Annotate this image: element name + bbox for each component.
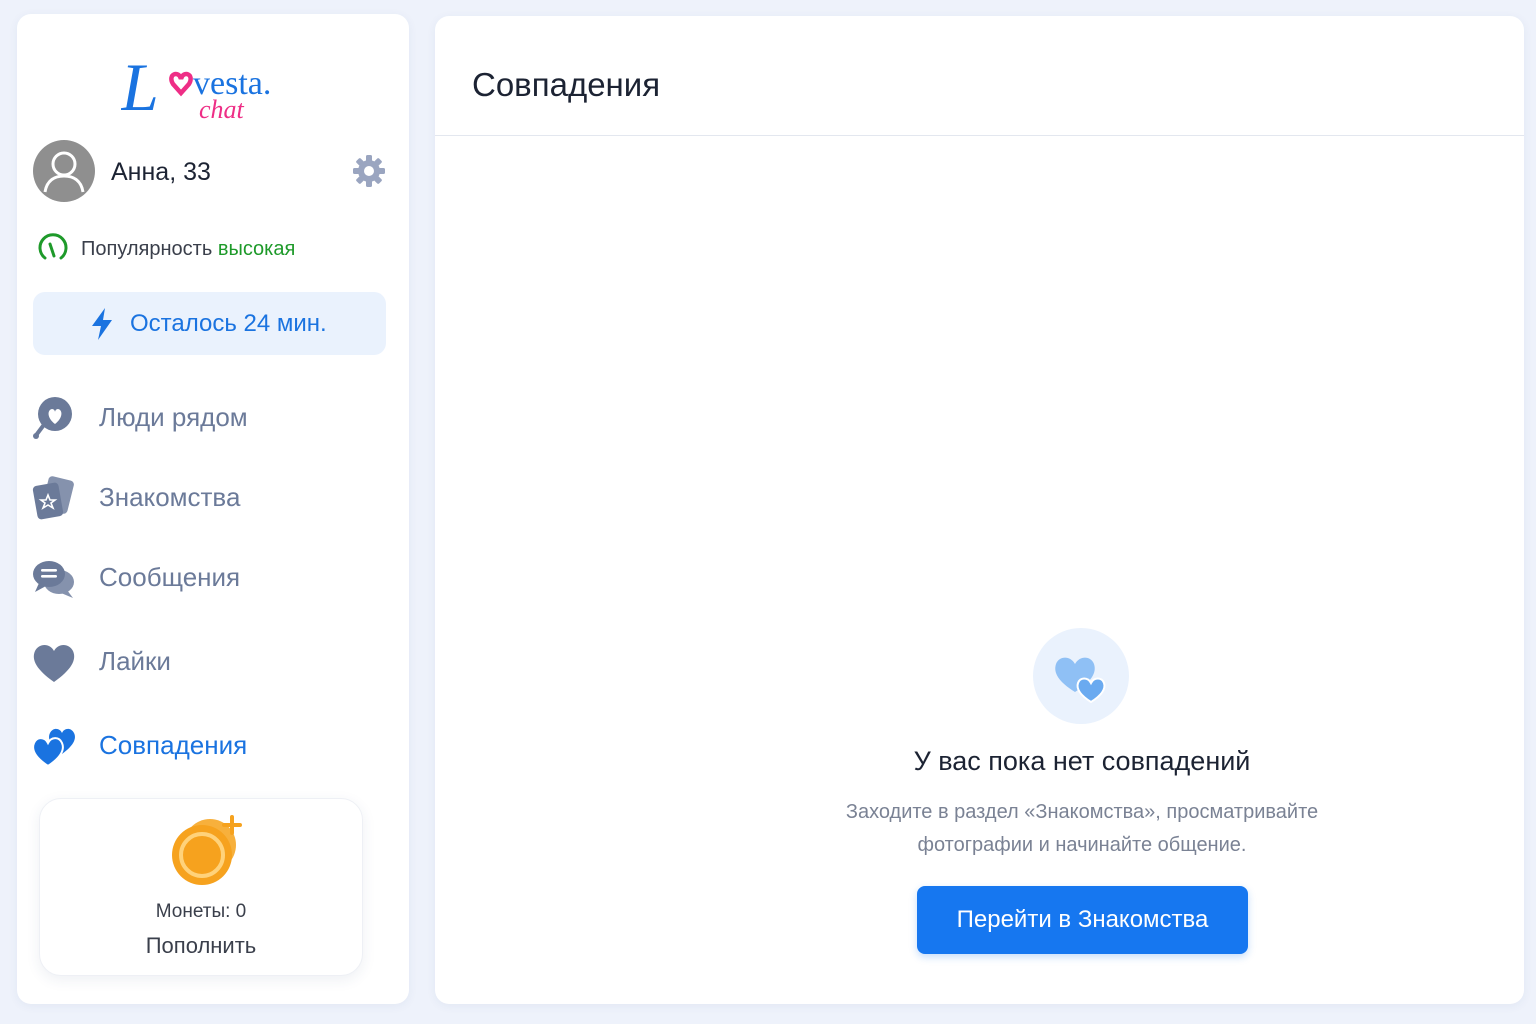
- main-header: Совпадения: [435, 16, 1524, 136]
- coins-card[interactable]: Монеты: 0 Пополнить: [39, 798, 363, 976]
- topup-button[interactable]: Пополнить: [40, 933, 362, 959]
- empty-state-description: Заходите в раздел «Знакомства», просматр…: [435, 796, 1536, 862]
- cards-icon: [31, 476, 77, 522]
- popularity-value: высокая: [217, 238, 296, 260]
- nav-label: Сообщения: [99, 562, 241, 592]
- user-avatar-icon[interactable]: [33, 140, 95, 202]
- profile-header: Анна, 33: [33, 140, 393, 202]
- logo-letter: L: [121, 49, 159, 124]
- go-to-dating-button[interactable]: Перейти в Знакомства: [917, 886, 1248, 954]
- nav-item-people-nearby[interactable]: Люди рядом: [31, 392, 391, 442]
- logo-sub-text: chat: [199, 95, 245, 124]
- popularity-text: Популярность высокая: [81, 238, 295, 261]
- nav-item-dating[interactable]: Знакомства: [31, 472, 391, 522]
- main-panel: Совпадения У вас пока нет совпадений Зах…: [435, 16, 1524, 1004]
- nav-item-matches[interactable]: Совпадения: [31, 720, 391, 770]
- nav-label: Знакомства: [99, 482, 241, 512]
- nav-label: Совпадения: [99, 730, 248, 760]
- double-heart-icon: [31, 724, 77, 770]
- lightning-icon: [89, 307, 115, 341]
- empty-hearts-icon: [1033, 628, 1129, 724]
- boost-timer-text: Осталось 24 мин.: [130, 310, 327, 337]
- boost-timer-button[interactable]: Осталось 24 мин.: [33, 292, 386, 355]
- gear-icon[interactable]: [352, 154, 386, 188]
- empty-desc-line-1: Заходите в раздел «Знакомства», просматр…: [845, 801, 1319, 823]
- lovesta-logo[interactable]: L vesta. chat: [120, 44, 301, 125]
- coins-count: Монеты: 0: [155, 901, 247, 922]
- profile-name[interactable]: Анна, 33: [111, 158, 211, 187]
- nav-label: Люди рядом: [99, 402, 248, 432]
- nav-item-likes[interactable]: Лайки: [31, 636, 391, 686]
- location-heart-icon: [31, 396, 77, 442]
- nav-item-messages[interactable]: Сообщения: [31, 552, 391, 602]
- chat-bubbles-icon: [31, 556, 77, 602]
- coins-icon: [166, 813, 244, 889]
- heart-icon: [31, 640, 77, 686]
- empty-state-title: У вас пока нет совпадений: [913, 746, 1251, 776]
- popularity-indicator: Популярность высокая: [35, 230, 395, 266]
- gauge-icon: [35, 230, 71, 266]
- page-title: Совпадения: [472, 66, 661, 103]
- logo-heart-icon: [169, 71, 193, 97]
- sidebar: L vesta. chat Анна, 33 Популярность высо…: [17, 14, 409, 1004]
- nav-label: Лайки: [99, 646, 171, 676]
- popularity-label: Популярность: [81, 238, 213, 260]
- empty-desc-line-2: фотографии и начинайте общение.: [917, 834, 1247, 856]
